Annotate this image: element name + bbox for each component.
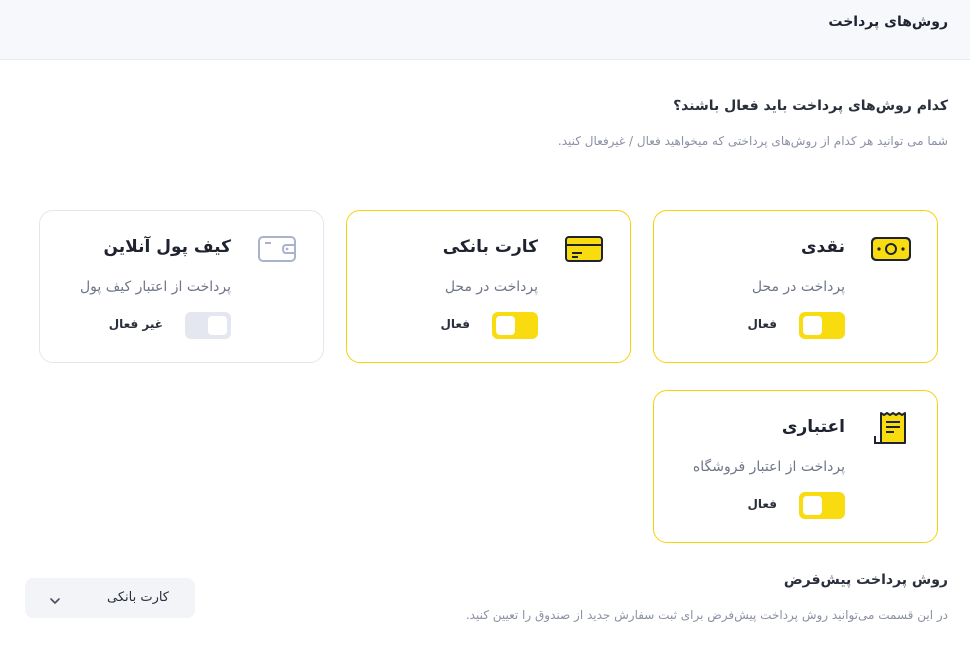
payment-method-status: غیر فعال	[108, 317, 163, 331]
payment-method-status: فعال	[747, 497, 777, 511]
payment-method-card-credit: اعتباری پرداخت از اعتبار فروشگاه فعال	[653, 390, 938, 543]
default-method-select[interactable]: کارت بانکی	[25, 578, 195, 618]
payment-method-subtitle: پرداخت از اعتبار کیف پول	[80, 279, 231, 295]
payment-method-card-wallet: کیف پول آنلاین پرداخت از اعتبار کیف پول …	[39, 210, 324, 363]
toggle-knob	[208, 316, 227, 335]
default-method-selected-value: کارت بانکی	[106, 590, 169, 605]
top-bar: روش‌های پرداخت	[0, 0, 970, 60]
cash-icon	[869, 230, 913, 266]
default-method-description: در این قسمت می‌توانید روش پرداخت پیش‌فرض…	[465, 608, 948, 622]
wallet-toggle[interactable]	[185, 312, 231, 339]
payment-method-status: فعال	[440, 317, 470, 331]
payment-method-title: کیف پول آنلاین	[103, 237, 232, 257]
payment-method-subtitle: پرداخت از اعتبار فروشگاه	[692, 459, 845, 475]
payment-method-status: فعال	[747, 317, 777, 331]
wallet-icon	[255, 230, 299, 266]
payment-method-card-bank-card: کارت بانکی پرداخت در محل فعال	[346, 210, 631, 363]
payment-method-card-cash: نقدی پرداخت در محل فعال	[653, 210, 938, 363]
toggle-knob	[496, 316, 515, 335]
cash-toggle[interactable]	[799, 312, 845, 339]
payment-method-subtitle: پرداخت در محل	[444, 279, 538, 295]
payment-method-subtitle: پرداخت در محل	[751, 279, 845, 295]
toggle-knob	[803, 496, 822, 515]
default-method-title: روش پرداخت پیش‌فرض	[783, 572, 948, 588]
chevron-down-icon	[49, 592, 61, 604]
payment-method-title: اعتباری	[781, 417, 845, 437]
payment-method-title: کارت بانکی	[442, 237, 538, 257]
methods-question-title: کدام روش‌های پرداخت باید فعال باشند؟	[673, 98, 948, 114]
page-title: روش‌های پرداخت	[828, 14, 948, 30]
payment-method-title: نقدی	[800, 237, 845, 257]
methods-question-description: شما می توانید هر کدام از روش‌های پرداختی…	[557, 134, 948, 148]
credit-toggle[interactable]	[799, 492, 845, 519]
receipt-icon	[869, 410, 913, 446]
bank-card-toggle[interactable]	[492, 312, 538, 339]
bank-card-icon	[562, 230, 606, 266]
toggle-knob	[803, 316, 822, 335]
